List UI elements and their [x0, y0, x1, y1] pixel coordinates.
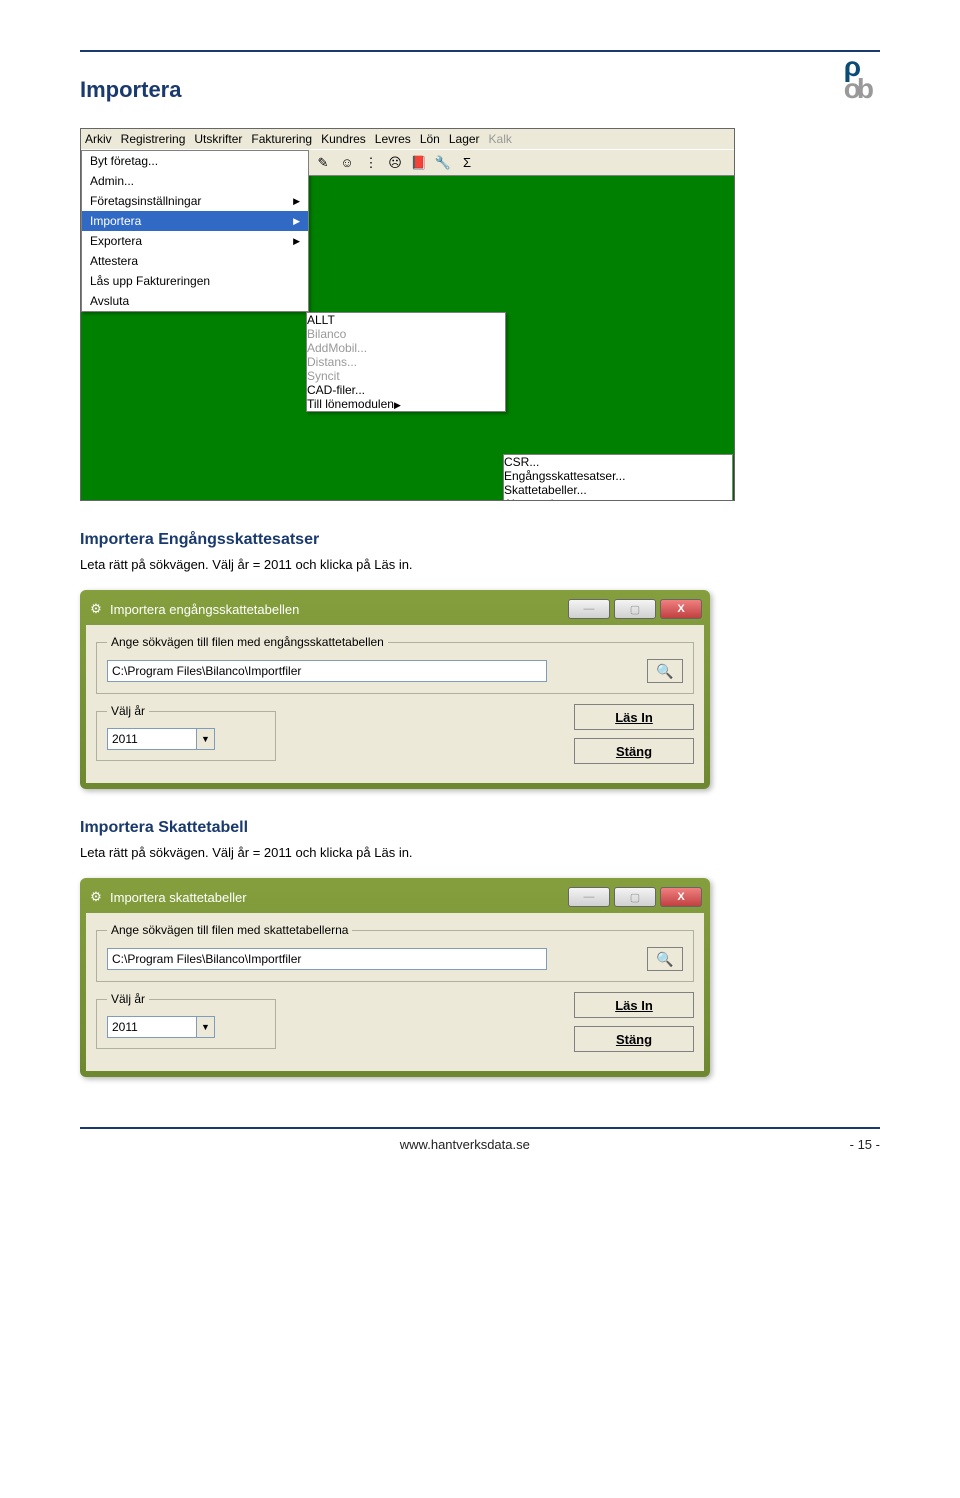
mi-importera[interactable]: Importera▶	[82, 211, 308, 231]
mi-syncit: Syncit	[307, 369, 505, 383]
smile-icon[interactable]: ☺	[337, 154, 357, 172]
menu-screenshot: Arkiv Registrering Utskrifter Fakturerin…	[80, 128, 735, 501]
menu-utskrifter[interactable]: Utskrifter	[194, 132, 242, 146]
lonemodulen-submenu: CSR... Engångsskattesatser... Skattetabe…	[503, 454, 733, 501]
menu-kalk: Kalk	[489, 132, 512, 146]
maximize-button[interactable]: ▢	[614, 599, 656, 619]
year-label: Välj år	[107, 992, 149, 1006]
menu-lager[interactable]: Lager	[449, 132, 480, 146]
mi-allt[interactable]: ALLT	[307, 313, 505, 327]
book-icon[interactable]: 📕	[409, 154, 429, 172]
subhead-engangsskatt: Importera Engångsskattesatser	[80, 531, 880, 549]
paragraph-engangsskatt: Leta rätt på sökvägen. Välj år = 2011 oc…	[80, 557, 880, 572]
frown-icon[interactable]: ☹	[385, 154, 405, 172]
dialog-title: Importera skattetabeller	[110, 890, 247, 905]
maximize-button[interactable]: ▢	[614, 887, 656, 907]
footer-url: www.hantverksdata.se	[400, 1137, 530, 1152]
menu-fakturering[interactable]: Fakturering	[251, 132, 312, 146]
las-in-button[interactable]: Läs In	[574, 704, 694, 730]
year-input[interactable]	[107, 1016, 197, 1038]
brand-logo: ρ ob	[844, 56, 870, 101]
year-input[interactable]	[107, 728, 197, 750]
minimize-button[interactable]: —	[568, 599, 610, 619]
mi-exportera[interactable]: Exportera▶	[82, 231, 308, 251]
divider-bottom	[80, 1127, 880, 1129]
year-combo[interactable]: ▼	[107, 728, 265, 750]
mi-almanacka[interactable]: Almanacka...	[504, 497, 732, 501]
toolbar: ✎ ☺ ⋮ ☹ 📕 🔧 Σ	[309, 150, 734, 176]
mi-csr[interactable]: CSR...	[504, 455, 732, 469]
dialog-engangsskatt: ⚙ Importera engångsskattetabellen — ▢ X …	[80, 590, 710, 789]
menu-registrering[interactable]: Registrering	[121, 132, 186, 146]
close-button[interactable]: X	[660, 887, 702, 907]
menu-arkiv[interactable]: Arkiv	[85, 132, 112, 146]
dialog-skattetabell: ⚙ Importera skattetabeller — ▢ X Ange sö…	[80, 878, 710, 1077]
arkiv-dropdown: Byt företag... Admin... Företagsinställn…	[81, 150, 309, 312]
mi-addmobil: AddMobil...	[307, 341, 505, 355]
mi-bilanco: Bilanco	[307, 327, 505, 341]
mi-las-upp[interactable]: Lås upp Faktureringen	[82, 271, 308, 291]
subhead-skattetabell: Importera Skattetabell	[80, 819, 880, 837]
mi-till-lonemodulen[interactable]: Till lönemodulen▶	[307, 397, 505, 411]
mi-admin[interactable]: Admin...	[82, 171, 308, 191]
menu-kundres[interactable]: Kundres	[321, 132, 366, 146]
heading-importera: Importera	[80, 77, 880, 103]
menubar: Arkiv Registrering Utskrifter Fakturerin…	[81, 129, 734, 150]
dialog-title: Importera engångsskattetabellen	[110, 602, 299, 617]
mi-byt-foretag[interactable]: Byt företag...	[82, 151, 308, 171]
las-in-button[interactable]: Läs In	[574, 992, 694, 1018]
stang-button[interactable]: Stäng	[574, 738, 694, 764]
app-icon: ⚙	[88, 889, 104, 905]
sigma-icon[interactable]: Σ	[457, 154, 477, 172]
path-input[interactable]	[107, 948, 547, 970]
browse-button[interactable]: 🔍	[647, 947, 683, 971]
menu-lon[interactable]: Lön	[420, 132, 440, 146]
year-label: Välj år	[107, 704, 149, 718]
list-icon[interactable]: ⋮	[361, 154, 381, 172]
mi-distans: Distans...	[307, 355, 505, 369]
year-combo[interactable]: ▼	[107, 1016, 265, 1038]
mi-cad-filer[interactable]: CAD-filer...	[307, 383, 505, 397]
browse-button[interactable]: 🔍	[647, 659, 683, 683]
mi-engangsskatt[interactable]: Engångsskattesatser...	[504, 469, 732, 483]
close-button[interactable]: X	[660, 599, 702, 619]
divider-top	[80, 50, 880, 52]
mi-attestera[interactable]: Attestera	[82, 251, 308, 271]
stang-button[interactable]: Stäng	[574, 1026, 694, 1052]
tool-icon[interactable]: 🔧	[433, 154, 453, 172]
mi-foretagsinstallningar[interactable]: Företagsinställningar▶	[82, 191, 308, 211]
menu-levres[interactable]: Levres	[375, 132, 411, 146]
page-number: - 15 -	[850, 1137, 880, 1152]
minimize-button[interactable]: —	[568, 887, 610, 907]
group-path-label: Ange sökvägen till filen med skattetabel…	[107, 923, 352, 937]
app-icon: ⚙	[88, 601, 104, 617]
chevron-down-icon[interactable]: ▼	[197, 1016, 215, 1038]
chevron-down-icon[interactable]: ▼	[197, 728, 215, 750]
mi-skattetabeller[interactable]: Skattetabeller...	[504, 483, 732, 497]
group-path-label: Ange sökvägen till filen med engångsskat…	[107, 635, 388, 649]
importera-submenu: ALLT Bilanco AddMobil... Distans... Sync…	[306, 312, 506, 412]
paragraph-skattetabell: Leta rätt på sökvägen. Välj år = 2011 oc…	[80, 845, 880, 860]
pencil-icon[interactable]: ✎	[313, 154, 333, 172]
path-input[interactable]	[107, 660, 547, 682]
mi-avsluta[interactable]: Avsluta	[82, 291, 308, 311]
